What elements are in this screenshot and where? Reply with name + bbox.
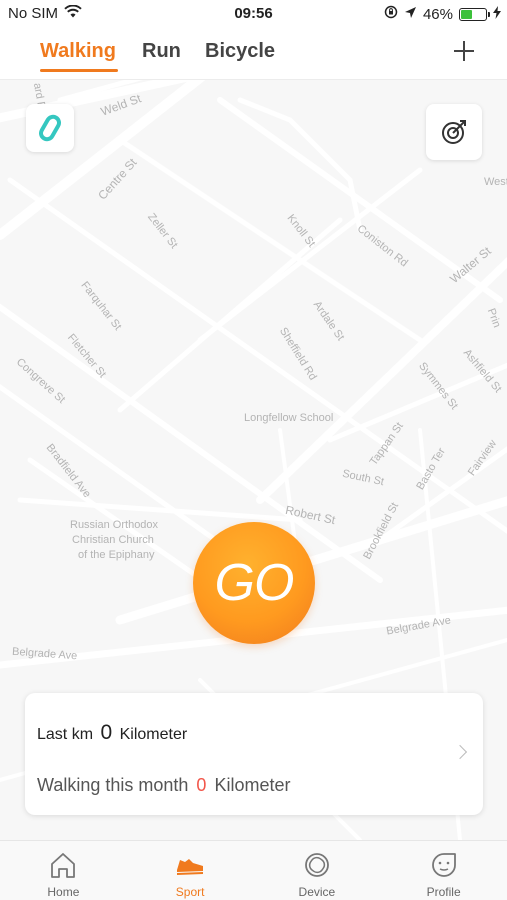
tab-bicycle[interactable]: Bicycle [205, 40, 275, 63]
distance-summary-card[interactable]: Last km 0 Kilometer Walking this month 0… [25, 693, 483, 815]
status-bar: No SIM 09:56 46% [0, 0, 507, 28]
map-landmark-label: Russian Orthodox [70, 519, 159, 531]
nav-device-label: Device [298, 885, 336, 899]
device-band-button[interactable] [26, 104, 74, 152]
target-icon [440, 118, 468, 151]
nav-profile-label: Profile [426, 885, 461, 899]
sneaker-icon [175, 851, 205, 879]
battery-level [461, 9, 473, 19]
last-km-value: 0 [100, 721, 113, 744]
map-landmark-label: Longfellow School [244, 412, 334, 424]
nav-home-label: Home [47, 885, 80, 899]
battery-icon [459, 7, 490, 21]
nav-sport[interactable]: Sport [127, 841, 254, 900]
charging-icon [493, 5, 501, 23]
battery-percent: 46% [422, 5, 453, 23]
locate-button[interactable] [426, 104, 482, 160]
add-button[interactable] [451, 38, 477, 64]
map-street-label: West Bury [484, 176, 507, 188]
month-walking-unit: Kilometer [214, 775, 291, 795]
nav-device[interactable]: Device [254, 841, 381, 900]
tab-run[interactable]: Run [142, 40, 181, 63]
last-km-unit: Kilometer [119, 726, 188, 743]
nav-profile[interactable]: Profile [380, 841, 507, 900]
sport-tabs-header: Walking Run Bicycle [0, 28, 507, 80]
last-km-row: Last km 0 Kilometer [37, 721, 187, 745]
chevron-right-icon [452, 744, 468, 760]
active-tab-indicator [40, 69, 118, 72]
month-walking-value: 0 [196, 775, 207, 795]
profile-icon [429, 851, 459, 879]
nav-home[interactable]: Home [0, 841, 127, 900]
map-landmark-label: of the Epiphany [78, 549, 155, 561]
home-icon [48, 851, 78, 879]
fitness-band-icon [38, 114, 62, 147]
map-landmark-label: Christian Church [72, 534, 154, 546]
go-start-button[interactable]: GO [193, 522, 315, 644]
tab-walking[interactable]: Walking [40, 40, 116, 63]
month-walking-label: Walking this month [37, 775, 189, 795]
orientation-lock-icon [384, 5, 398, 23]
location-arrow-icon [404, 6, 417, 23]
device-icon [302, 851, 332, 879]
last-km-label: Last km [37, 726, 94, 743]
bottom-nav: Home Sport Device Profile [0, 840, 507, 900]
status-right: 46% [384, 5, 501, 23]
month-walking-row: Walking this month 0 Kilometer [37, 775, 290, 796]
go-label: GO [214, 554, 295, 612]
nav-sport-label: Sport [175, 885, 205, 899]
